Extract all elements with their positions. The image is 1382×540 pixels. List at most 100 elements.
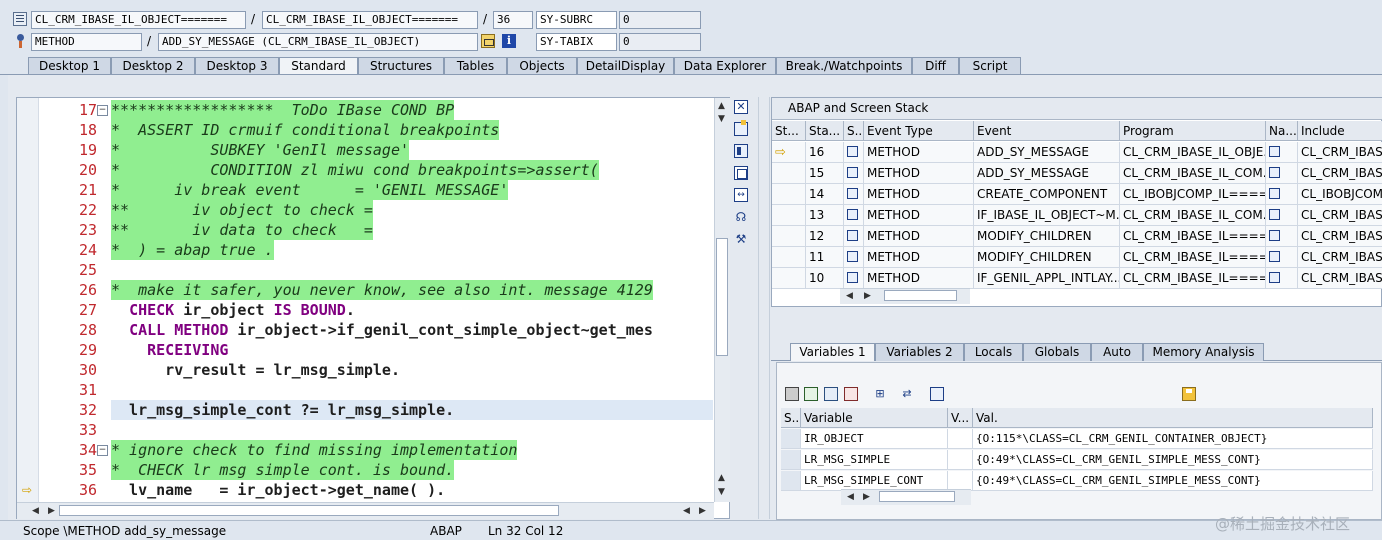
stack-cell[interactable]: CL_CRM_IBASE_ [1298,205,1382,226]
stack-cell[interactable] [844,184,864,205]
scroll-left-arrow[interactable]: ◀ [683,506,690,516]
stack-cell[interactable] [772,226,806,247]
variable-cell[interactable] [948,429,973,449]
tab-script[interactable]: Script [959,57,1021,74]
variable-cell[interactable] [948,471,973,491]
scroll-right-arrow[interactable]: ▶ [48,506,55,516]
code-line[interactable]: 23 ** iv data to check = [17,220,717,240]
tab-variables-1[interactable]: Variables 1 [790,343,875,361]
variables-horizontal-scrollbar[interactable]: ◀ ▶ [841,489,971,505]
variables-column-header[interactable]: Val. [973,408,1373,428]
scroll-thumb[interactable] [884,290,957,301]
stack-cell[interactable]: 12 [806,226,844,247]
fold-toggle-icon[interactable]: − [97,445,108,456]
delete-row-icon[interactable] [844,387,858,401]
tab-desktop-2[interactable]: Desktop 2 [111,57,195,74]
stack-cell[interactable]: IF_IBASE_IL_OBJECT~M... [974,205,1120,226]
stack-cell[interactable]: IF_GENIL_APPL_INTLAY... [974,268,1120,289]
scroll-thumb[interactable] [716,238,728,356]
sy-tabix-value[interactable]: 0 [619,33,701,51]
transfer-icon[interactable]: ⇄ [900,387,914,401]
scroll-left-arrow[interactable]: ◀ [846,291,853,301]
stack-cell[interactable] [1266,184,1298,205]
display-object-icon[interactable] [481,34,495,48]
stack-cell[interactable]: METHOD [864,226,974,247]
close-icon[interactable]: ✕ [734,100,748,114]
append-row-icon[interactable] [824,387,838,401]
code-line[interactable]: 21 * iv break event = 'GENIL MESSAGE' [17,180,717,200]
swap-icon[interactable] [734,144,748,158]
code-line[interactable]: 31 [17,380,717,400]
stack-cell[interactable]: ADD_SY_MESSAGE [974,142,1120,163]
sy-subrc-value[interactable]: 0 [619,11,701,29]
tab-memory-analysis[interactable]: Memory Analysis [1143,343,1264,361]
insert-row-icon[interactable] [804,387,818,401]
variable-name-cell[interactable]: LR_MSG_SIMPLE_CONT [801,471,948,491]
save-icon[interactable] [1182,387,1196,401]
scroll-up-arrow[interactable]: ▲ [718,473,725,483]
open-folder-icon[interactable] [930,387,944,401]
row-selector[interactable] [781,429,801,449]
stack-cell[interactable]: MODIFY_CHILDREN [974,226,1120,247]
new-window-icon[interactable] [734,120,748,136]
stack-cell[interactable]: CL_CRM_IBASE_IL_COM... [1120,163,1266,184]
scroll-thumb[interactable] [59,505,559,516]
stack-cell[interactable]: CL_CRM_IBASE_ [1298,142,1382,163]
tab-variables-2[interactable]: Variables 2 [875,343,964,361]
row-selector[interactable] [781,450,801,470]
stack-cell[interactable] [772,163,806,184]
stack-cell[interactable]: METHOD [864,247,974,268]
stack-cell[interactable]: CL_CRM_IBASE_ [1298,226,1382,247]
variable-name-cell[interactable]: LR_MSG_SIMPLE [801,450,948,470]
code-line[interactable]: 19 * SUBKEY 'GenIl message' [17,140,717,160]
navigate-icon[interactable] [1269,209,1280,220]
code-line[interactable]: 26 * make it safer, you never know, see a… [17,280,717,300]
variable-value-cell[interactable]: {O:49*\CLASS=CL_CRM_GENIL_SIMPLE_MESS_CO… [973,471,1373,491]
code-line[interactable]: 17− ****************** ToDo IBase COND BP [17,100,717,120]
navigate-icon[interactable] [1269,272,1280,283]
stack-cell[interactable] [1266,268,1298,289]
stack-column-header[interactable]: Program [1120,121,1266,141]
stack-cell[interactable]: METHOD [864,268,974,289]
code-line[interactable]: 18 * ASSERT ID crmuif conditional breakpo… [17,120,717,140]
scroll-thumb[interactable] [879,491,955,502]
stack-cell[interactable] [1266,163,1298,184]
tab-objects[interactable]: Objects [507,57,577,74]
headset-icon[interactable]: ☊ [734,210,748,224]
stack-cell[interactable]: 10 [806,268,844,289]
tools-icon[interactable]: ⚒ [734,232,748,246]
variable-value-cell[interactable]: {O:49*\CLASS=CL_CRM_GENIL_SIMPLE_MESS_CO… [973,450,1373,470]
stack-column-header[interactable]: Event Type [864,121,974,141]
stack-cell[interactable]: 14 [806,184,844,205]
tab-auto[interactable]: Auto [1091,343,1143,361]
stack-column-header[interactable]: Event [974,121,1120,141]
row-selector[interactable] [781,471,801,491]
stack-cell[interactable]: METHOD [864,205,974,226]
variable-cell[interactable] [948,450,973,470]
editor-horizontal-scrollbar[interactable]: ◀ ▶ ◀ ▶ [17,502,714,519]
stack-cell[interactable] [844,205,864,226]
code-line[interactable]: 35 * CHECK lr msg simple cont. is bound. [17,460,717,480]
stack-cell[interactable]: METHOD [864,184,974,205]
variable-name-cell[interactable]: IR_OBJECT [801,429,948,449]
stack-cell[interactable]: CL_CRM_IBASE_IL====... [1120,226,1266,247]
tab-locals[interactable]: Locals [964,343,1023,361]
stack-cell[interactable]: CL_CRM_IBASE_IL_OBJE... [1120,142,1266,163]
stack-cell[interactable] [844,226,864,247]
tab-tables[interactable]: Tables [444,57,507,74]
stack-cell[interactable]: CL_CRM_IBASE_IL_COM... [1120,205,1266,226]
stack-cell[interactable] [772,184,806,205]
code-line[interactable]: 28 CALL METHOD ir_object->if_genil_cont_… [17,320,717,340]
stack-cell[interactable] [844,247,864,268]
stack-cell[interactable]: CL_CRM_IBASE_ [1298,268,1382,289]
tab-breakpoints[interactable]: Break./Watchpoints [776,57,912,74]
stack-cell[interactable] [772,247,806,268]
code-line[interactable]: 29 RECEIVING [17,340,717,360]
stack-column-header[interactable]: S... [844,121,864,141]
stack-column-header[interactable]: Include [1298,121,1382,141]
stack-cell[interactable]: CL_CRM_IBASE_ [1298,163,1382,184]
code-line[interactable]: 34− * ignore check to find missing implem… [17,440,717,460]
scroll-right-arrow[interactable]: ▶ [864,291,871,301]
tab-detail-display[interactable]: DetailDisplay [577,57,674,74]
navigate-icon[interactable] [1269,188,1280,199]
